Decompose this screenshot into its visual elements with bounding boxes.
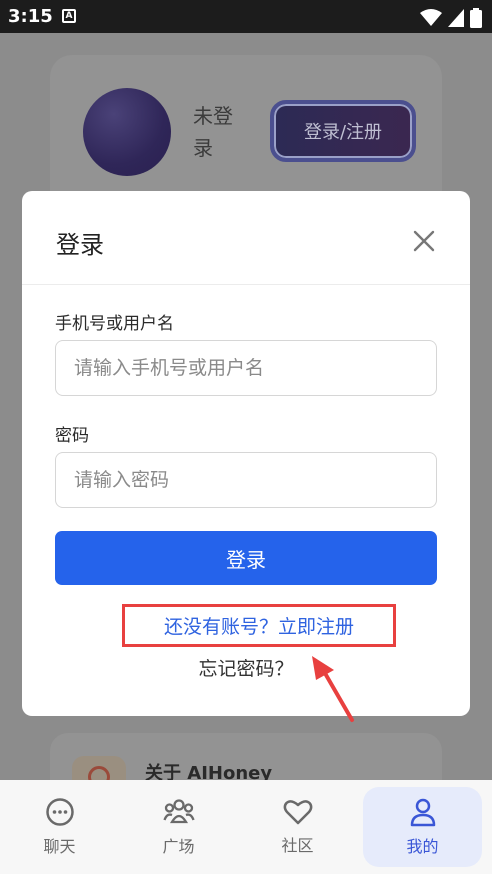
login-modal: 登录 手机号或用户名 密码 登录 还没有账号？立即注册 忘记密码？ (22, 191, 470, 716)
user-icon (410, 798, 435, 827)
battery-icon (470, 8, 482, 28)
close-icon[interactable] (412, 229, 436, 253)
nav-item-mine[interactable]: 我的 (363, 787, 482, 867)
status-icons (420, 8, 482, 28)
status-time: 3:15 (8, 6, 53, 27)
annotation-arrow-icon (312, 656, 354, 722)
signal-icon (448, 9, 464, 27)
password-label: 密码 (55, 426, 89, 446)
password-input[interactable] (55, 452, 437, 508)
username-label: 手机号或用户名 (55, 314, 174, 334)
modal-title: 登录 (56, 231, 104, 259)
bottom-nav: 聊天 广场 社区 我的 (0, 780, 492, 874)
nav-item-chat[interactable]: 聊天 (0, 787, 119, 867)
nav-label-chat: 聊天 (43, 837, 76, 856)
status-bar: 3:15 A (0, 0, 492, 33)
wifi-icon (420, 9, 442, 26)
register-link[interactable]: 还没有账号？立即注册 (122, 604, 396, 647)
heart-icon (283, 800, 312, 825)
forgot-password-link[interactable]: 忘记密码？ (22, 654, 470, 681)
nav-label-mine: 我的 (406, 837, 439, 856)
chat-icon (45, 798, 74, 826)
group-icon (162, 799, 195, 824)
modal-divider (22, 284, 470, 285)
notification-icon: A (62, 9, 76, 23)
nav-item-plaza[interactable]: 广场 (119, 787, 238, 867)
username-input[interactable] (55, 340, 437, 396)
nav-label-plaza: 广场 (162, 837, 195, 856)
nav-item-community[interactable]: 社区 (238, 787, 357, 867)
nav-label-community: 社区 (281, 836, 314, 855)
login-submit-button[interactable]: 登录 (55, 531, 437, 585)
